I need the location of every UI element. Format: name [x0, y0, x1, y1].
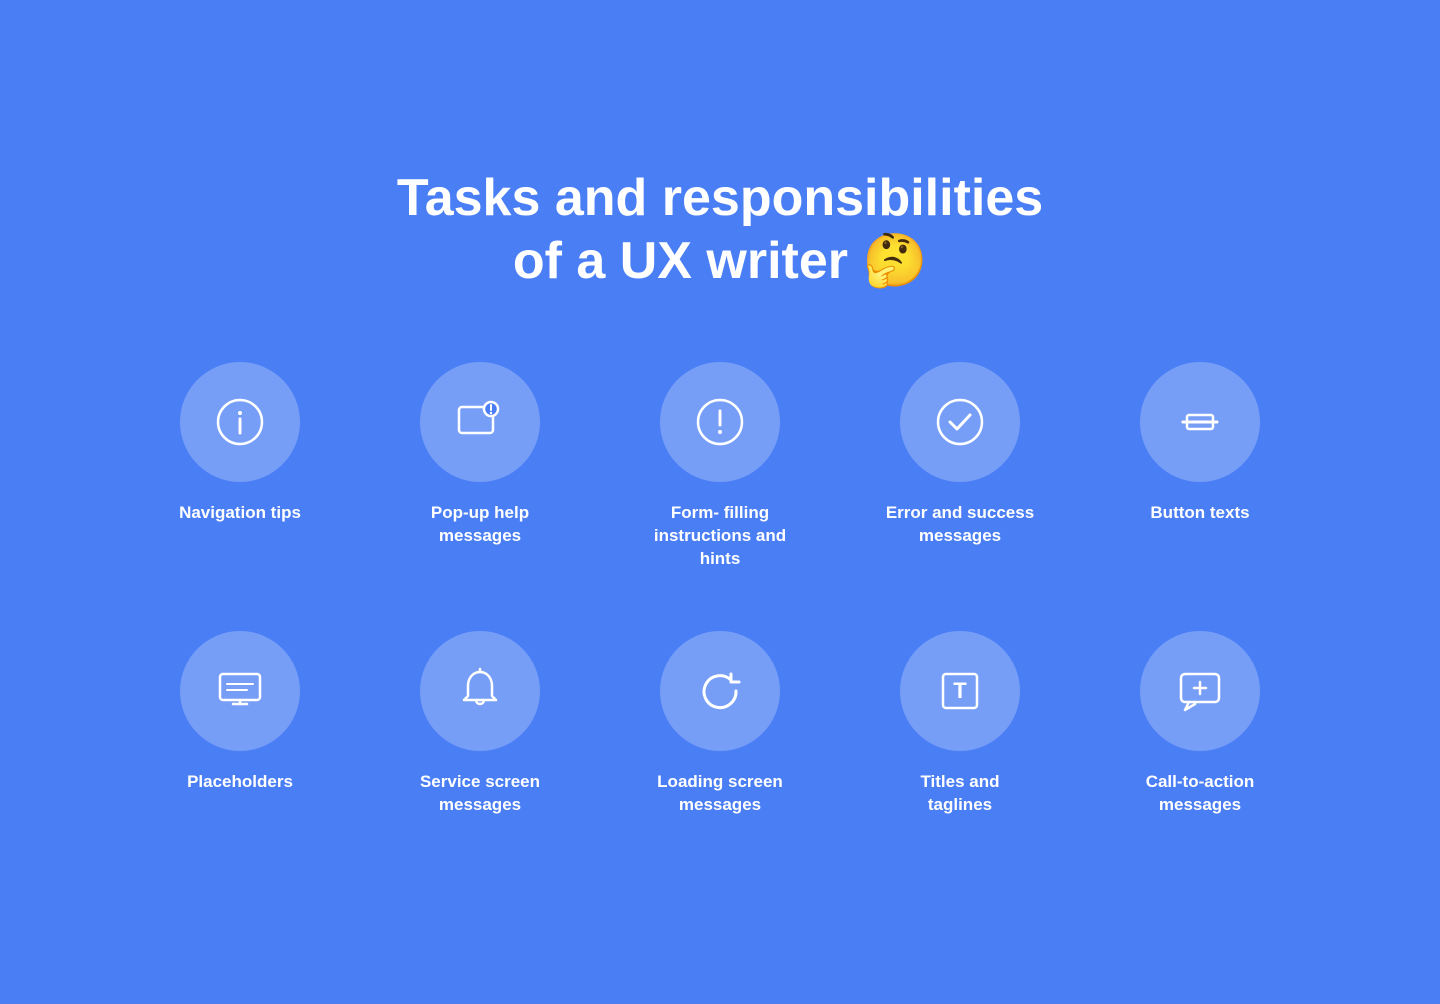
placeholders-label: Placeholders — [187, 771, 293, 794]
bell-icon — [453, 664, 507, 718]
button-texts-item: Button texts — [1100, 362, 1300, 571]
placeholders-item: Placeholders — [140, 631, 340, 817]
grid-container: Navigation tips Pop-up helpmessages — [120, 362, 1320, 817]
loading-screen-item: Loading screenmessages — [620, 631, 820, 817]
placeholders-icon-circle — [180, 631, 300, 751]
service-screen-icon-circle — [420, 631, 540, 751]
form-filling-label: Form- fillinginstructions andhints — [654, 502, 786, 571]
button-bar-icon — [1173, 395, 1227, 449]
form-filling-icon-circle — [660, 362, 780, 482]
titles-taglines-icon-circle: T — [900, 631, 1020, 751]
popup-icon — [453, 395, 507, 449]
popup-help-item: Pop-up helpmessages — [380, 362, 580, 571]
navigation-tips-icon-circle — [180, 362, 300, 482]
call-to-action-item: Call-to-actionmessages — [1100, 631, 1300, 817]
grid-row-2: Placeholders Service screenmessages — [120, 631, 1320, 817]
monitor-icon — [213, 664, 267, 718]
text-box-icon: T — [933, 664, 987, 718]
titles-taglines-label: Titles andtaglines — [920, 771, 999, 817]
svg-text:T: T — [953, 678, 967, 703]
button-texts-icon-circle — [1140, 362, 1260, 482]
service-screen-item: Service screenmessages — [380, 631, 580, 817]
navigation-tips-item: Navigation tips — [140, 362, 340, 571]
call-to-action-icon-circle — [1140, 631, 1260, 751]
exclamation-circle-icon — [693, 395, 747, 449]
chat-plus-icon — [1173, 664, 1227, 718]
call-to-action-label: Call-to-actionmessages — [1146, 771, 1255, 817]
form-filling-item: Form- fillinginstructions andhints — [620, 362, 820, 571]
page-container: Tasks and responsibilities of a UX write… — [0, 107, 1440, 896]
loading-screen-label: Loading screenmessages — [657, 771, 783, 817]
popup-help-icon-circle — [420, 362, 540, 482]
info-icon — [213, 395, 267, 449]
error-success-label: Error and successmessages — [886, 502, 1034, 548]
loading-screen-icon-circle — [660, 631, 780, 751]
grid-row-1: Navigation tips Pop-up helpmessages — [120, 362, 1320, 571]
checkmark-circle-icon — [933, 395, 987, 449]
error-success-icon-circle — [900, 362, 1020, 482]
error-success-item: Error and successmessages — [860, 362, 1060, 571]
service-screen-label: Service screenmessages — [420, 771, 540, 817]
button-texts-label: Button texts — [1150, 502, 1249, 525]
popup-help-label: Pop-up helpmessages — [431, 502, 529, 548]
titles-taglines-item: T Titles andtaglines — [860, 631, 1060, 817]
navigation-tips-label: Navigation tips — [179, 502, 301, 525]
page-title: Tasks and responsibilities of a UX write… — [397, 167, 1043, 292]
refresh-icon — [693, 664, 747, 718]
